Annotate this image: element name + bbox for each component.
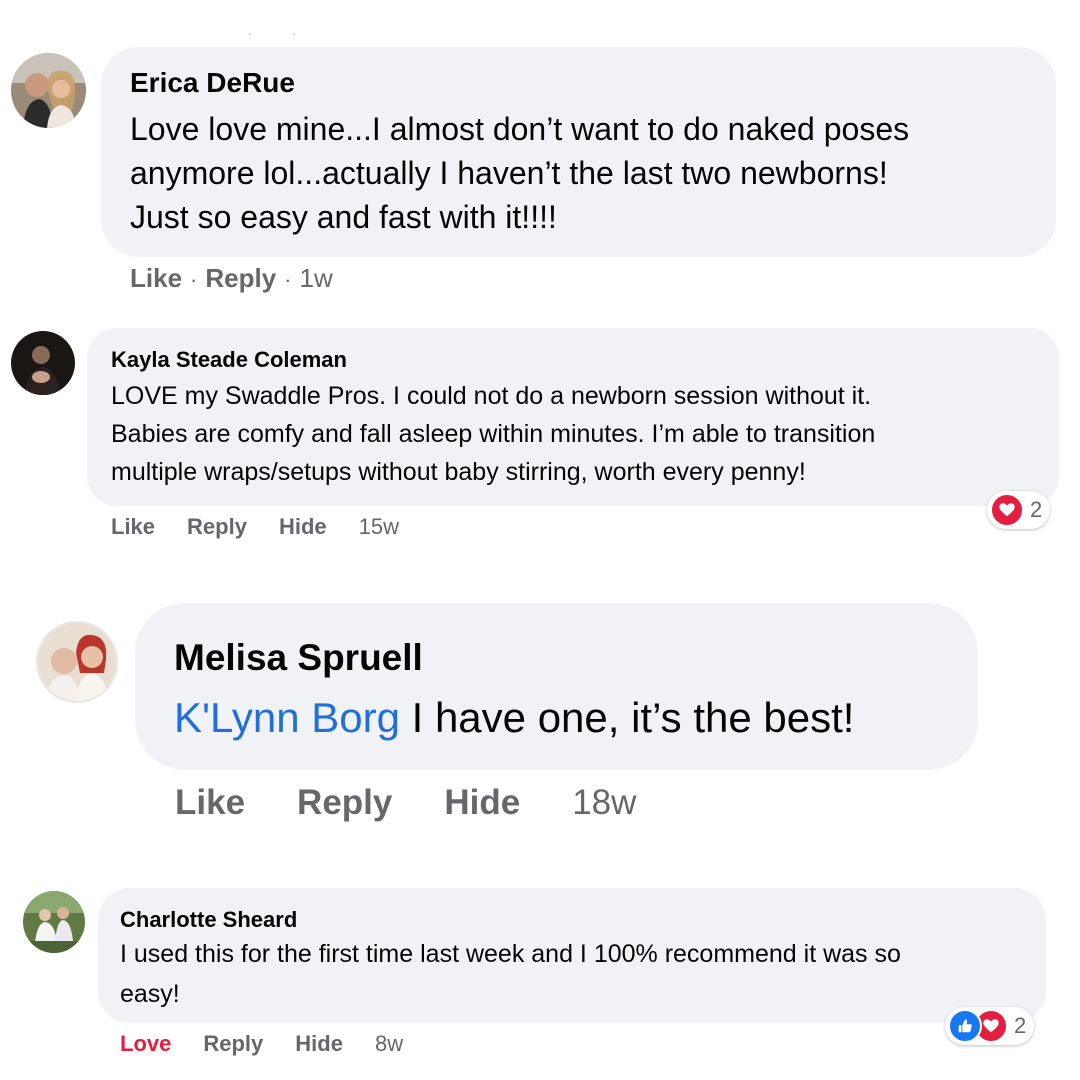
reply-button[interactable]: Reply — [203, 1030, 263, 1058]
comment-bubble-kayla: Kayla Steade Coleman LOVE my Swaddle Pro… — [87, 328, 1059, 506]
comment-bubble-erica: Erica DeRue Love love mine...I almost do… — [101, 47, 1056, 257]
love-icon — [990, 493, 1024, 527]
separator-dot: · — [190, 267, 198, 292]
comment-actions: Like · Reply · 1w — [130, 262, 333, 296]
timestamp[interactable]: 1w — [300, 262, 333, 294]
reaction-summary[interactable]: 2 — [945, 1007, 1035, 1045]
comment-author[interactable]: Charlotte Sheard — [120, 906, 297, 934]
avatar-kayla[interactable] — [11, 331, 75, 395]
reaction-count: 2 — [1014, 1013, 1027, 1038]
comment-actions: Like Reply Hide 18w — [175, 781, 636, 825]
hide-button[interactable]: Hide — [295, 1030, 343, 1058]
timestamp[interactable]: 15w — [359, 513, 399, 541]
avatar-melisa[interactable] — [38, 623, 116, 701]
like-button[interactable]: Like — [175, 781, 245, 825]
like-button[interactable]: Like — [111, 513, 155, 541]
like-icon — [948, 1009, 982, 1043]
reply-button[interactable]: Reply — [297, 781, 392, 825]
comment-text-line: Love love mine...I almost don’t want to … — [130, 111, 910, 147]
truncated-content-hint: . . — [248, 22, 314, 38]
comment-actions: Like Reply Hide 15w — [111, 513, 399, 541]
comment-text-line: Just so easy and fast with it!!!! — [130, 199, 557, 235]
comment-text-body: I have one, it’s the best! — [399, 694, 855, 741]
separator-dot: · — [284, 267, 292, 292]
reaction-summary[interactable]: 2 — [987, 491, 1051, 529]
comment-author[interactable]: Melisa Spruell — [174, 636, 423, 680]
mention-link[interactable]: K'Lynn Borg — [174, 694, 400, 741]
avatar-charlotte[interactable] — [23, 891, 85, 953]
comment-text-line: I used this for the first time last week… — [120, 940, 901, 968]
like-button[interactable]: Like — [130, 262, 182, 294]
hide-button[interactable]: Hide — [279, 513, 327, 541]
hide-button[interactable]: Hide — [444, 781, 520, 825]
comment-text-line: LOVE my Swaddle Pros. I could not do a n… — [111, 382, 872, 410]
reply-button[interactable]: Reply — [187, 513, 247, 541]
timestamp[interactable]: 8w — [375, 1030, 403, 1058]
comment-bubble-melisa: Melisa Spruell K'Lynn Borg I have one, i… — [135, 603, 978, 770]
love-button[interactable]: Love — [120, 1030, 171, 1058]
reply-button[interactable]: Reply — [205, 262, 276, 294]
avatar-erica[interactable] — [11, 53, 86, 128]
comment-text-line: easy! — [120, 980, 180, 1008]
comment-text-line: multiple wraps/setups without baby stirr… — [111, 458, 806, 486]
comment-text-line: Babies are comfy and fall asleep within … — [111, 420, 876, 448]
timestamp[interactable]: 18w — [572, 781, 636, 825]
comment-actions: Love Reply Hide 8w — [120, 1030, 403, 1058]
comment-author[interactable]: Kayla Steade Coleman — [111, 346, 347, 374]
reaction-count: 2 — [1030, 497, 1043, 522]
comment-bubble-charlotte: Charlotte Sheard I used this for the fir… — [98, 888, 1046, 1023]
comment-author[interactable]: Erica DeRue — [130, 65, 295, 101]
comment-text-line: anymore lol...actually I haven’t the las… — [130, 155, 888, 191]
comment-text: K'Lynn Borg I have one, it’s the best! — [174, 692, 854, 744]
